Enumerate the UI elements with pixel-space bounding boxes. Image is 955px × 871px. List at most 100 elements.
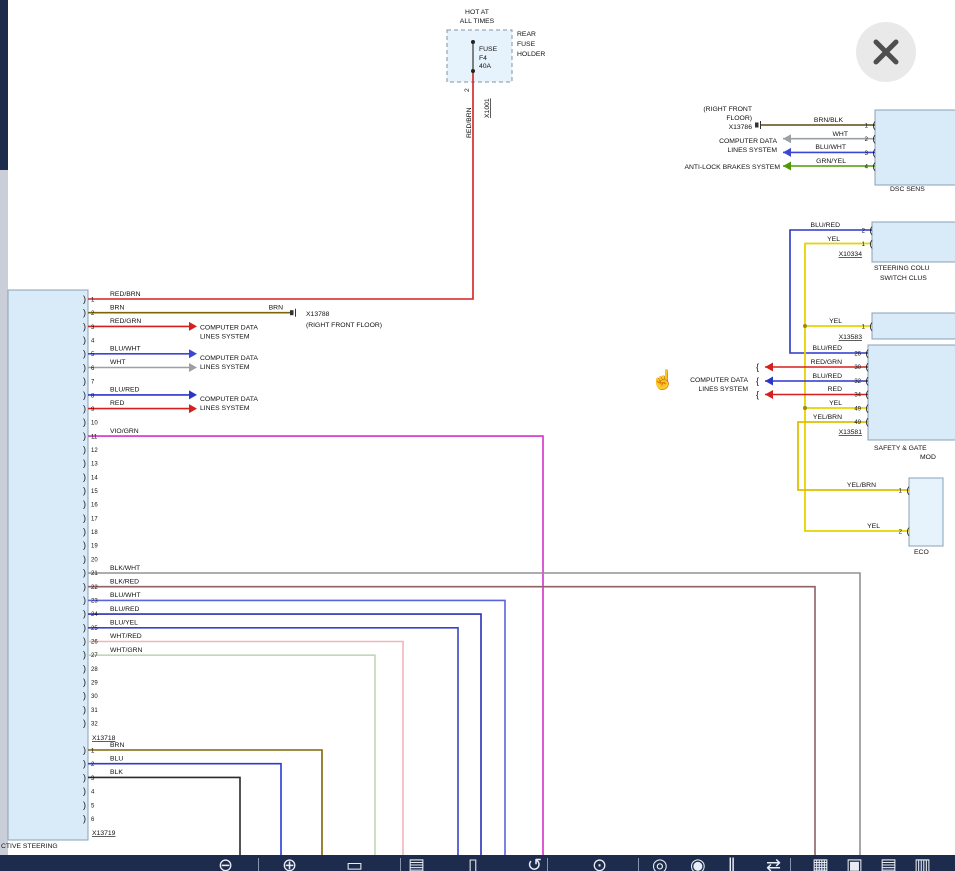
- label: BRN: [110, 305, 124, 312]
- gateway-pins-number: 32: [854, 379, 861, 385]
- label: BLK/RED: [110, 579, 139, 586]
- eco-box: [909, 478, 943, 546]
- pin-bracket: ): [83, 581, 86, 591]
- label: BRN: [269, 305, 283, 312]
- connector-link-X13581[interactable]: X13581: [839, 429, 863, 436]
- label: (RIGHT FRONT: [703, 106, 752, 113]
- label: RED/BRN: [466, 107, 473, 138]
- label: LINES SYSTEM: [200, 405, 250, 412]
- pin-bracket: ): [83, 568, 86, 578]
- pin-bracket: (: [870, 239, 873, 249]
- save-icon[interactable]: ▤: [880, 856, 897, 871]
- zoom-in-icon[interactable]: ⊕: [282, 856, 297, 871]
- label: YEL/BRN: [847, 482, 876, 489]
- label: HOT AT: [465, 9, 489, 16]
- toolbar-separator: [258, 858, 259, 871]
- pan-icon[interactable]: ◎: [652, 856, 668, 871]
- zoom-out-icon[interactable]: ⊖: [218, 856, 233, 871]
- x13718-pins-number: 23: [91, 598, 98, 604]
- safety-gateway-box: [868, 345, 955, 440]
- x13718-pins-number: 21: [91, 571, 98, 577]
- connector-link-X1001[interactable]: X1001: [484, 98, 491, 118]
- fit-page-icon[interactable]: ▭: [346, 856, 363, 871]
- steering-column-box: [872, 222, 955, 262]
- pin-bracket: ): [83, 458, 86, 468]
- pin-bracket: ): [83, 554, 86, 564]
- pin-bracket: ): [83, 294, 86, 304]
- grid-icon[interactable]: ▦: [812, 856, 829, 871]
- x13718-pins-number: 27: [91, 653, 98, 659]
- x13718-pins-number: 18: [91, 530, 98, 536]
- connector-link-X13583[interactable]: X13583: [839, 334, 863, 341]
- pin-bracket: ): [83, 527, 86, 537]
- label: COMPUTER DATA: [690, 377, 748, 384]
- pin-bracket: (: [870, 225, 873, 235]
- bottom-toolbar[interactable]: ⊖ ⊕ ▭ ▤ ▯ ↺ ⊙ ◎ ◉ ‖ ⇄ ▦ ▣ ▤ ▥: [0, 855, 955, 871]
- pin-bracket: ): [83, 472, 86, 482]
- label: FUSE: [479, 46, 498, 53]
- connector-link-X13719[interactable]: X13719: [92, 830, 116, 837]
- search-icon[interactable]: ⊙: [592, 856, 607, 871]
- label: BLU/RED: [813, 345, 843, 352]
- signal-arrow-icon: [783, 148, 791, 157]
- toolbar-separator: [547, 858, 548, 871]
- label: (RIGHT FRONT FLOOR): [306, 322, 382, 329]
- pin-bracket: ): [83, 718, 86, 728]
- label: SAFETY & GATE: [874, 445, 927, 452]
- x13718-pins-number: 22: [91, 585, 98, 591]
- label: 40A: [479, 63, 492, 70]
- pause-icon[interactable]: ‖: [728, 856, 735, 871]
- label: COMPUTER DATA: [200, 396, 258, 403]
- x13719-pins-number: 6: [91, 817, 95, 823]
- label: F4: [479, 55, 487, 62]
- pin-bracket: ): [83, 362, 86, 372]
- swap-icon[interactable]: ⇄: [766, 856, 781, 871]
- x13718-pins-number: 19: [91, 544, 98, 550]
- pin-bracket: ): [83, 335, 86, 345]
- wire-brn-b1: [88, 750, 322, 855]
- signal-arrow-icon: [783, 162, 791, 171]
- download-icon[interactable]: ▣: [846, 856, 863, 871]
- label: RED/GRN: [811, 359, 842, 366]
- pin-bracket: ): [83, 786, 86, 796]
- label: YEL: [827, 236, 840, 243]
- close-button[interactable]: [856, 22, 916, 82]
- x13718-pins-number: 30: [91, 694, 98, 700]
- select-icon[interactable]: ◉: [690, 856, 706, 871]
- label: X13786: [729, 124, 753, 131]
- label: LINES SYSTEM: [728, 147, 778, 154]
- connector-link-X13718[interactable]: X13718: [92, 735, 116, 742]
- pin-bracket: (: [873, 134, 876, 144]
- pin-bracket: (: [866, 389, 869, 399]
- label: WHT/RED: [110, 633, 142, 640]
- pin-bracket: ): [83, 609, 86, 619]
- pin-bracket: ): [83, 403, 86, 413]
- label: RED/GRN: [110, 318, 141, 325]
- gateway-pins-number: 30: [854, 365, 861, 371]
- pin-bracket: (: [870, 321, 873, 331]
- x13718-pins-number: 25: [91, 626, 98, 632]
- label: COMPUTER DATA: [200, 355, 258, 362]
- label: BLU/RED: [110, 387, 140, 394]
- label: FLOOR): [726, 115, 752, 122]
- label: ALL TIMES: [460, 18, 495, 25]
- label: BLU/RED: [813, 373, 843, 380]
- pin-bracket: (: [866, 375, 869, 385]
- annotations-icon[interactable]: ▤: [408, 856, 425, 871]
- x13718-pins-number: 26: [91, 640, 98, 646]
- signal-arrow-icon: [765, 390, 773, 399]
- label: REAR: [517, 31, 536, 38]
- pin-bracket: ): [83, 595, 86, 605]
- fit-width-icon[interactable]: ▯: [468, 856, 478, 871]
- junction-dot: [471, 69, 475, 73]
- label: VIO/GRN: [110, 428, 139, 435]
- x13718-pins-number: 14: [91, 475, 98, 481]
- label: COMPUTER DATA: [719, 138, 777, 145]
- print-icon[interactable]: ▥: [914, 856, 931, 871]
- pin-bracket: (: [866, 348, 869, 358]
- rotate-icon[interactable]: ↺: [527, 856, 542, 871]
- label: RED/BRN: [110, 291, 141, 298]
- connector-link-X10334[interactable]: X10334: [839, 251, 863, 258]
- wire-red-brn-main: [88, 72, 473, 299]
- label: BLK: [110, 769, 123, 776]
